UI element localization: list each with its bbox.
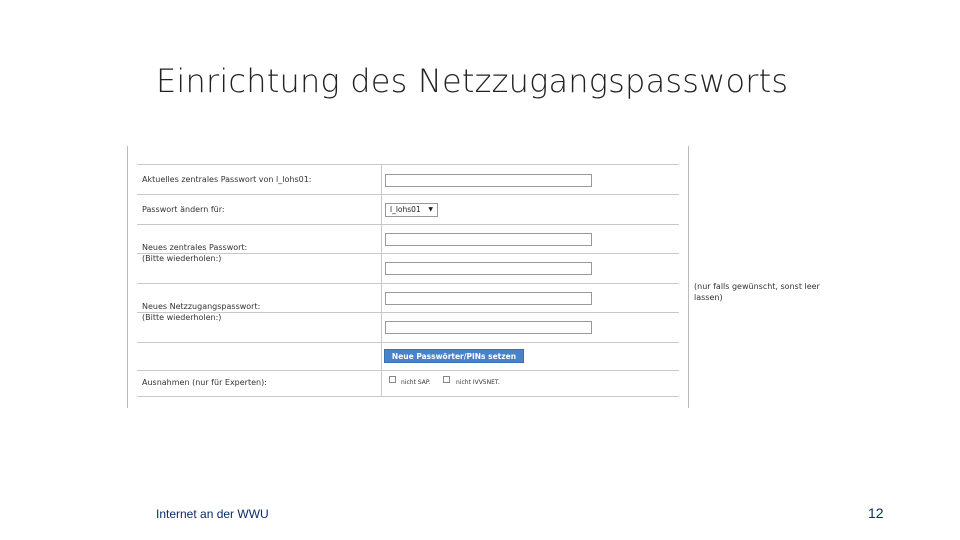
exceptions-label: Ausnahmen (nur für Experten): (142, 378, 267, 387)
row-divider (137, 224, 679, 225)
not-sap-label: nicht SAP. (401, 379, 431, 386)
row-divider (137, 164, 679, 165)
form-right-edge (688, 146, 689, 408)
new-network-password-label: Neues Netzzugangspasswort: (142, 302, 261, 311)
new-network-password-repeat-label: (Bitte wiederholen:) (142, 313, 222, 322)
new-central-password-repeat-input[interactable] (385, 262, 592, 275)
row-divider (137, 370, 679, 371)
new-central-password-input[interactable] (385, 233, 592, 246)
column-divider (381, 164, 382, 396)
new-network-password-repeat-input[interactable] (385, 321, 592, 334)
change-for-label: Passwort ändern für: (142, 205, 225, 214)
row-divider (137, 396, 679, 397)
current-password-input[interactable] (385, 174, 592, 187)
row-divider (137, 283, 679, 284)
optional-note: (nur falls gewünscht, sonst leer lassen) (694, 282, 820, 302)
not-ivv5net-label: nicht IVV5NET. (456, 379, 500, 386)
change-for-value: l_lohs01 (390, 205, 421, 214)
form-left-edge (127, 146, 128, 408)
page-number: 12 (868, 505, 884, 521)
row-divider (137, 342, 679, 343)
set-passwords-button[interactable]: Neue Passwörter/PINs setzen (384, 349, 524, 363)
new-network-password-input[interactable] (385, 292, 592, 305)
row-divider (137, 194, 679, 195)
new-central-password-repeat-label: (Bitte wiederholen:) (142, 254, 222, 263)
dropdown-arrow-icon: ▼ (428, 206, 433, 213)
not-sap-checkbox[interactable] (389, 376, 396, 383)
slide-title: Einrichtung des Netzzugangspassworts (156, 62, 789, 100)
new-central-password-label: Neues zentrales Passwort: (142, 243, 248, 252)
footer-text: Internet an der WWU (156, 507, 269, 521)
current-password-label: Aktuelles zentrales Passwort von l_lohs0… (142, 175, 312, 184)
change-for-select[interactable]: l_lohs01 ▼ (385, 203, 438, 217)
password-form-screenshot: Aktuelles zentrales Passwort von l_lohs0… (127, 146, 689, 408)
not-ivv5net-checkbox[interactable] (443, 376, 450, 383)
